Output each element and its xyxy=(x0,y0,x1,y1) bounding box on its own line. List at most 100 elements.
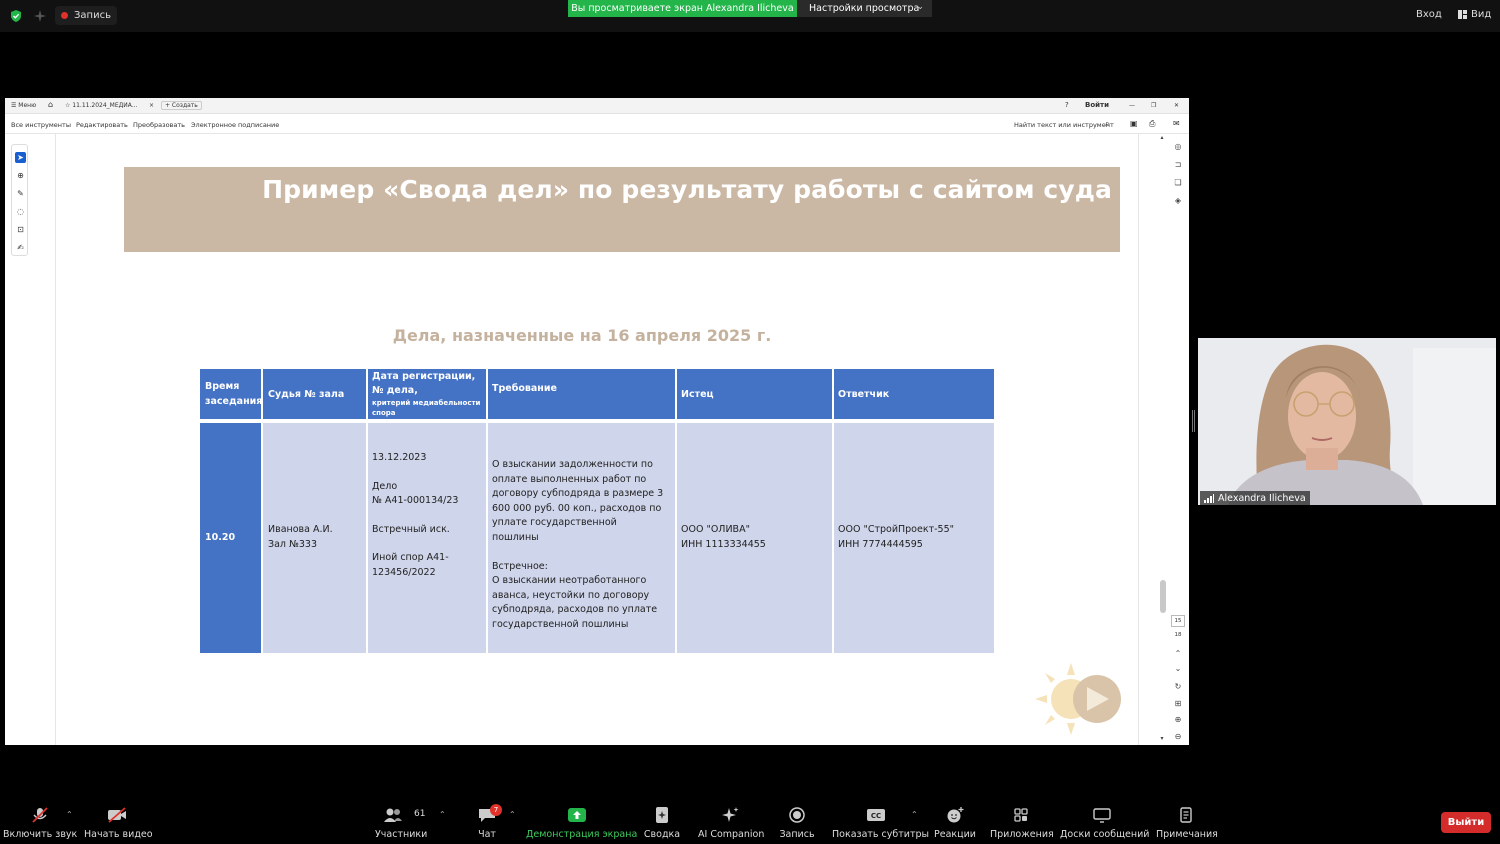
audio-options-caret-icon[interactable]: ⌃ xyxy=(66,810,73,819)
menu-edit[interactable]: Редактировать xyxy=(76,121,128,129)
participant-video-image xyxy=(1198,338,1496,505)
bookmark-icon[interactable]: ⊐ xyxy=(1173,160,1183,169)
notes-button[interactable]: Примечания xyxy=(1156,796,1218,844)
new-tab-button[interactable]: + Создать xyxy=(161,101,202,110)
menu-button[interactable]: ☰ Меню xyxy=(11,102,36,109)
zoom-in-icon[interactable]: ⊕ xyxy=(1173,715,1183,724)
restore-icon[interactable]: ❐ xyxy=(1151,102,1156,109)
minimize-icon[interactable]: — xyxy=(1129,102,1135,109)
left-tool-panel: ➤ ⊕ ✎ ◌ ⊡ ✍ xyxy=(11,144,28,256)
shield-icon[interactable] xyxy=(9,9,23,23)
find-tool-field[interactable]: Найти текст или инструмент xyxy=(1014,121,1114,129)
menu-all-tools[interactable]: Все инструменты xyxy=(11,121,71,129)
record-button[interactable]: Запись xyxy=(778,796,816,844)
page-fit-icon[interactable]: ⊞ xyxy=(1173,699,1183,708)
comment-icon[interactable]: ◎ xyxy=(1173,142,1183,151)
ai-sparkle-icon xyxy=(722,807,739,822)
menu-esign[interactable]: Электронное подписание xyxy=(191,121,279,129)
search-icon[interactable]: ⌕ xyxy=(1105,119,1109,129)
reactions-icon xyxy=(947,807,964,823)
participants-button[interactable]: 61 Участники xyxy=(375,796,427,844)
view-label: Вид xyxy=(1471,9,1492,20)
view-button[interactable]: Вид xyxy=(1458,9,1491,20)
cell-defendant: ООО "СтройПроект-55" ИНН 7774444595 xyxy=(833,423,994,653)
cell-other-case-1: Иной спор А41- xyxy=(372,552,449,564)
cell-defendant-name: ООО "СтройПроект-55" xyxy=(838,524,954,535)
panel-resize-handle[interactable] xyxy=(1192,410,1195,432)
unmute-button[interactable]: Включить звук xyxy=(3,796,77,844)
menu-convert[interactable]: Преобразовать xyxy=(133,121,185,129)
participants-caret-icon[interactable]: ⌃ xyxy=(439,810,446,819)
tab-close-icon[interactable]: × xyxy=(149,102,154,109)
login-button[interactable]: Вход xyxy=(1416,9,1442,20)
captions-button[interactable]: CC Показать субтитры xyxy=(832,796,930,844)
cell-registration: 13.12.2023 Дело № А41-000134/23 Встречны… xyxy=(367,423,487,653)
summary-button[interactable]: Сводка xyxy=(642,796,682,844)
cell-defendant-inn: ИНН 7774444595 xyxy=(838,538,923,550)
help-icon[interactable]: ? xyxy=(1065,101,1069,109)
page-total: 18 xyxy=(1174,632,1182,638)
text-select-icon[interactable]: ⊡ xyxy=(15,224,26,235)
zoom-icon[interactable]: ⊕ xyxy=(15,170,26,181)
page-up-icon[interactable]: ⌃ xyxy=(1173,649,1183,658)
view-settings-label: Настройки просмотра xyxy=(809,3,920,14)
scroll-up-icon[interactable]: ▴ xyxy=(1157,134,1167,141)
share-screen-button[interactable]: Демонстрация экрана xyxy=(526,796,637,844)
page-number-input[interactable]: 15 xyxy=(1171,615,1185,627)
document-tab[interactable]: ☆ 11.11.2024_МЕДИА... xyxy=(65,102,138,109)
scrollbar-thumb[interactable] xyxy=(1160,580,1166,613)
slide-title: Пример «Свода дел» по результату работы … xyxy=(262,175,1112,204)
header-reg-small: критерий медиабельности спора xyxy=(372,399,481,417)
cell-plaintiff-inn: ИНН 1113334455 xyxy=(681,538,766,550)
zoom-out-icon[interactable]: ⊖ xyxy=(1173,732,1183,741)
lasso-icon[interactable]: ◌ xyxy=(15,206,26,217)
cell-other-case-2: 123456/2022 xyxy=(372,566,436,578)
table-divider xyxy=(261,369,263,653)
captions-icon: CC xyxy=(867,809,885,821)
share-screen-icon xyxy=(568,808,586,822)
tab-title: 11.11.2024_МЕДИА... xyxy=(72,102,138,109)
home-icon[interactable]: ⌂ xyxy=(48,100,53,109)
print-icon[interactable]: ⎙ xyxy=(1149,119,1155,129)
header-reg-line2: № дела, xyxy=(372,385,418,396)
captions-caret-icon[interactable]: ⌃ xyxy=(911,810,918,819)
unmute-label: Включить звук xyxy=(3,829,78,840)
page-down-icon[interactable]: ⌄ xyxy=(1173,664,1183,673)
participant-video[interactable] xyxy=(1198,338,1496,505)
participants-count: 61 xyxy=(414,809,426,819)
scroll-down-icon[interactable]: ▾ xyxy=(1157,735,1167,742)
cursor-icon[interactable]: ➤ xyxy=(15,152,26,163)
reactions-button[interactable]: Реакции xyxy=(934,796,976,844)
layers-icon[interactable]: ◈ xyxy=(1173,196,1183,205)
sign-in-button[interactable]: Войти xyxy=(1085,101,1109,109)
viewer-menu-bar: Все инструменты Редактировать Преобразов… xyxy=(5,114,1189,134)
zoom-top-bar: Запись Вы просматриваете экран Alexandra… xyxy=(0,0,1500,32)
cell-judge-name: Иванова А.И. xyxy=(268,524,333,535)
apps-button[interactable]: Приложения xyxy=(990,796,1054,844)
view-settings-button[interactable]: Настройки просмотра ⌄ xyxy=(797,0,932,17)
table-divider xyxy=(486,369,488,653)
pen-icon[interactable]: ✎ xyxy=(15,188,26,199)
chat-button[interactable]: 7 Чат xyxy=(470,796,504,844)
apps-label: Приложения xyxy=(990,829,1054,840)
captions-label: Показать субтитры xyxy=(832,829,930,840)
participants-icon xyxy=(384,808,402,822)
whiteboards-button[interactable]: Доски сообщений xyxy=(1060,796,1150,844)
start-video-button[interactable]: Начать видео xyxy=(84,796,153,844)
summary-icon xyxy=(656,807,668,823)
save-icon[interactable]: ▣ xyxy=(1130,119,1138,128)
ai-companion-button[interactable]: AI Companion xyxy=(698,796,765,844)
whiteboards-label: Доски сообщений xyxy=(1060,829,1150,840)
view-layout-icon xyxy=(1458,10,1467,19)
chat-caret-icon[interactable]: ⌃ xyxy=(509,810,516,819)
leave-button[interactable]: Выйти xyxy=(1441,812,1491,833)
stamp-icon[interactable]: ✍ xyxy=(15,242,26,253)
email-icon[interactable]: ✉ xyxy=(1173,119,1180,128)
window-close-icon[interactable]: ✕ xyxy=(1174,102,1179,109)
ai-companion-label: AI Companion xyxy=(698,829,765,840)
chat-label: Чат xyxy=(478,829,496,840)
rotate-icon[interactable]: ↻ xyxy=(1173,682,1183,691)
pages-icon[interactable]: ❏ xyxy=(1173,178,1183,187)
recording-indicator[interactable]: Запись xyxy=(55,6,117,25)
sparkle-icon[interactable] xyxy=(33,9,47,23)
